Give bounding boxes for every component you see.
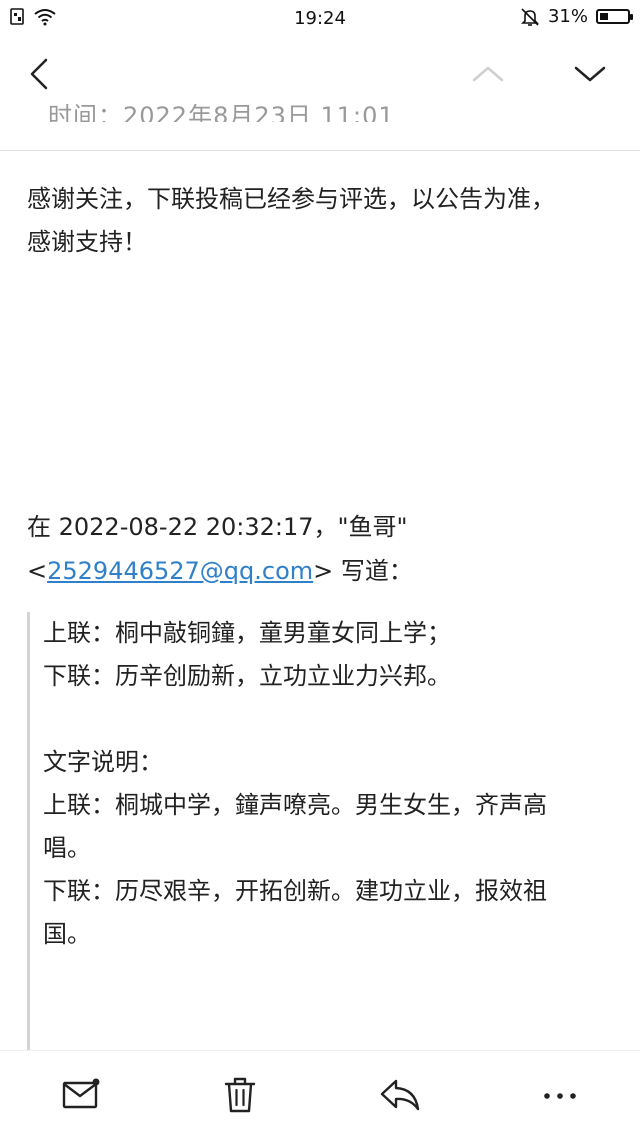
mark-unread-button[interactable] (59, 1073, 103, 1117)
header-divider (0, 150, 640, 151)
battery-fill (600, 13, 609, 20)
back-chevron-icon (30, 58, 48, 90)
email-close-bracket: > (313, 557, 334, 585)
battery-icon (596, 9, 633, 24)
explain-upper: 上联：桐城中学，鐘声嘹亮。男生女生，齐声高 (43, 791, 547, 819)
couplet-lower: 下联：历辛创励新，立功立业力兴邦。 (43, 662, 451, 690)
reply-line: 感谢关注，下联投稿已经参与评选，以公告为准， (27, 185, 555, 213)
next-mail-button[interactable] (566, 50, 614, 98)
reply-button[interactable] (378, 1073, 422, 1117)
down-chevron-icon (574, 66, 606, 82)
up-chevron-icon (472, 66, 504, 82)
previous-mail-button[interactable] (464, 50, 512, 98)
explain-lower-cont: 国。 (43, 920, 91, 948)
quoted-message: 上联：桐中敲铜鐘，童男童女同上学； 下联：历辛创励新，立功立业力兴邦。 文字说明… (27, 612, 617, 1052)
explain-upper-cont: 唱。 (43, 834, 91, 862)
reply-body: 感谢关注，下联投稿已经参与评选，以公告为准， 感谢支持！ (27, 178, 617, 264)
trash-icon (224, 1077, 256, 1113)
quote-email-line: <2529446527@qq.com> 写道： (27, 549, 617, 593)
explain-title: 文字说明： (43, 748, 163, 776)
scrolled-header-peek: 时间：2022年8月23日 11:01 (0, 104, 640, 122)
email-open-bracket: < (27, 557, 48, 585)
battery-percent: 31% (547, 6, 588, 27)
mute-bell-icon (521, 7, 539, 26)
delete-button[interactable] (218, 1073, 262, 1117)
quote-header: 在 2022-08-22 20:32:17，"鱼哥" <2529446527@q… (27, 505, 617, 593)
mail-icon (62, 1078, 100, 1109)
bottom-toolbar (0, 1050, 640, 1139)
status-bar: 19:24 31% (0, 0, 640, 36)
reply-icon (380, 1079, 420, 1111)
couplet-upper: 上联：桐中敲铜鐘，童男童女同上学； (43, 619, 451, 647)
mail-time-peek: 时间：2022年8月23日 11:01 (48, 104, 395, 122)
status-right: 31% (520, 6, 633, 27)
sender-email-link[interactable]: 2529446527@qq.com (47, 557, 313, 585)
wrote-label: 写道： (333, 557, 413, 585)
reply-line: 感谢支持！ (27, 228, 147, 256)
explain-lower: 下联：历尽艰辛，开拓创新。建功立业，报效祖 (43, 877, 547, 905)
quote-date-sender: 在 2022-08-22 20:32:17，"鱼哥" (27, 513, 408, 541)
more-icon (544, 1093, 576, 1099)
back-button[interactable] (16, 50, 64, 98)
more-button[interactable] (538, 1073, 582, 1117)
